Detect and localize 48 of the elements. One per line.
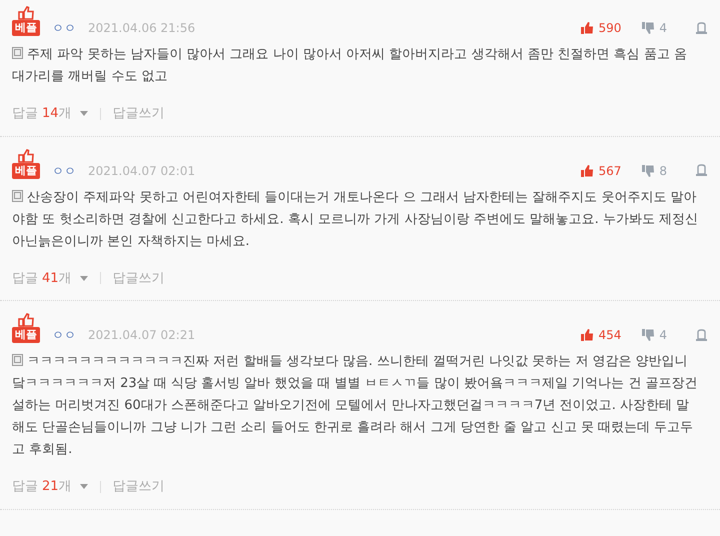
reply-count-link[interactable]: 답글 21개 [12, 477, 88, 496]
comment-date: 2021.04.07 02:21 [88, 327, 196, 343]
reply-label: 답글 [12, 478, 38, 496]
caret-icon [80, 111, 88, 116]
reply-count-link[interactable]: 답글 14개 [12, 104, 88, 124]
reply-count: 41개 [42, 270, 72, 288]
reply-count: 14개 [42, 105, 72, 123]
report-icon[interactable] [695, 22, 708, 34]
author-name[interactable]: ㅇㅇ [52, 327, 76, 343]
comment-date: 2021.04.07 02:01 [88, 162, 196, 178]
dislike-button[interactable]: 8 [641, 162, 667, 178]
reply-label: 답글 [12, 105, 38, 123]
write-reply-link[interactable]: 답글쓰기 [112, 477, 165, 496]
comment-body: 주제 파악 못하는 남자들이 많아서 그래요 나이 많아서 아저씨 할아버지라고 생각해서 좀만 친절하면 흑심 품고 옴 대가리를 깨버릴 수도 없고 [12, 46, 688, 86]
thumbs-down-icon [641, 21, 656, 35]
reply-count: 21개 [42, 478, 72, 496]
author-name[interactable]: ㅇㅇ [52, 20, 76, 36]
thumbs-up-icon [18, 148, 34, 162]
thumbs-up-icon [18, 313, 34, 327]
dislike-button[interactable]: 4 [641, 20, 667, 36]
report-icon[interactable] [695, 328, 708, 342]
reply-count-link[interactable]: 답글 41개 [12, 268, 88, 288]
comment-date: 2021.04.06 21:56 [88, 20, 196, 36]
like-button[interactable]: 454 [580, 327, 622, 343]
best-badge: 베플 [12, 162, 40, 178]
comment-body: 산송장이 주제파악 못하고 어린여자한테 들이대는거 개토나온다 으 그래서 남자한테는 잘해주지도 웃어주지도 말아야함 또 헛소리하면 경찰에 신고한다고 하세요. 혹시 모르니까 가게 사장님이랑 주변에도 말해놓고요. 누가봐도 제정신 아닌늙은이니까 본인 자책하지는 마세요. [12, 188, 699, 250]
memo-icon [12, 354, 23, 366]
thumbs-up-icon [18, 6, 34, 20]
thumbs-up-icon [580, 328, 594, 342]
report-icon[interactable] [695, 164, 708, 177]
like-button[interactable]: 590 [580, 20, 622, 36]
thumbs-up-icon [580, 21, 594, 35]
author-name[interactable]: ㅇㅇ [52, 162, 76, 178]
thumbs-down-icon [641, 164, 656, 178]
write-reply-link[interactable]: 답글쓰기 [112, 268, 165, 288]
reply-label: 답글 [12, 270, 38, 288]
caret-icon [80, 484, 88, 490]
memo-icon [12, 47, 23, 59]
best-badge: 베플 [12, 20, 40, 36]
memo-icon [12, 190, 23, 202]
thumbs-down-icon [641, 328, 656, 342]
comment-body: ㅋㅋㅋㅋㅋㅋㅋㅋㅋㅋㅋㅋ진짜 저런 할배들 생각보다 많음. 쓰니한테 껄떡거린 나잇값 못하는 저 영감은 양반입니닼ㅋㅋㅋㅋㅋㅋ저 23살 때 식당 홀서빙 알바 했었을 때 별별 ㅂㅌㅅㄲ들 많이 봤어욬ㅋㅋㅋ제일 기억나는 건 골프장건설하는 머리벗겨진 60대가 스폰해준다고 알바오기전에 모텔에서 만나자고했던걸ㅋㅋㅋㅋ7년 전이었고. 사장한테 말해도 단골손님들이니까 그냥 니가 그런 소리 들어도 한귀로 흘려라 해서 그게 당연한 줄 알고 신고 못 때렸는데 두고두고 후회됨. [12, 353, 698, 459]
dislike-button[interactable]: 4 [641, 327, 667, 343]
write-reply-link[interactable]: 답글쓰기 [112, 104, 165, 124]
thumbs-up-icon [580, 164, 594, 178]
like-button[interactable]: 567 [580, 162, 622, 178]
best-badge: 베플 [12, 327, 40, 343]
caret-icon [80, 276, 88, 281]
